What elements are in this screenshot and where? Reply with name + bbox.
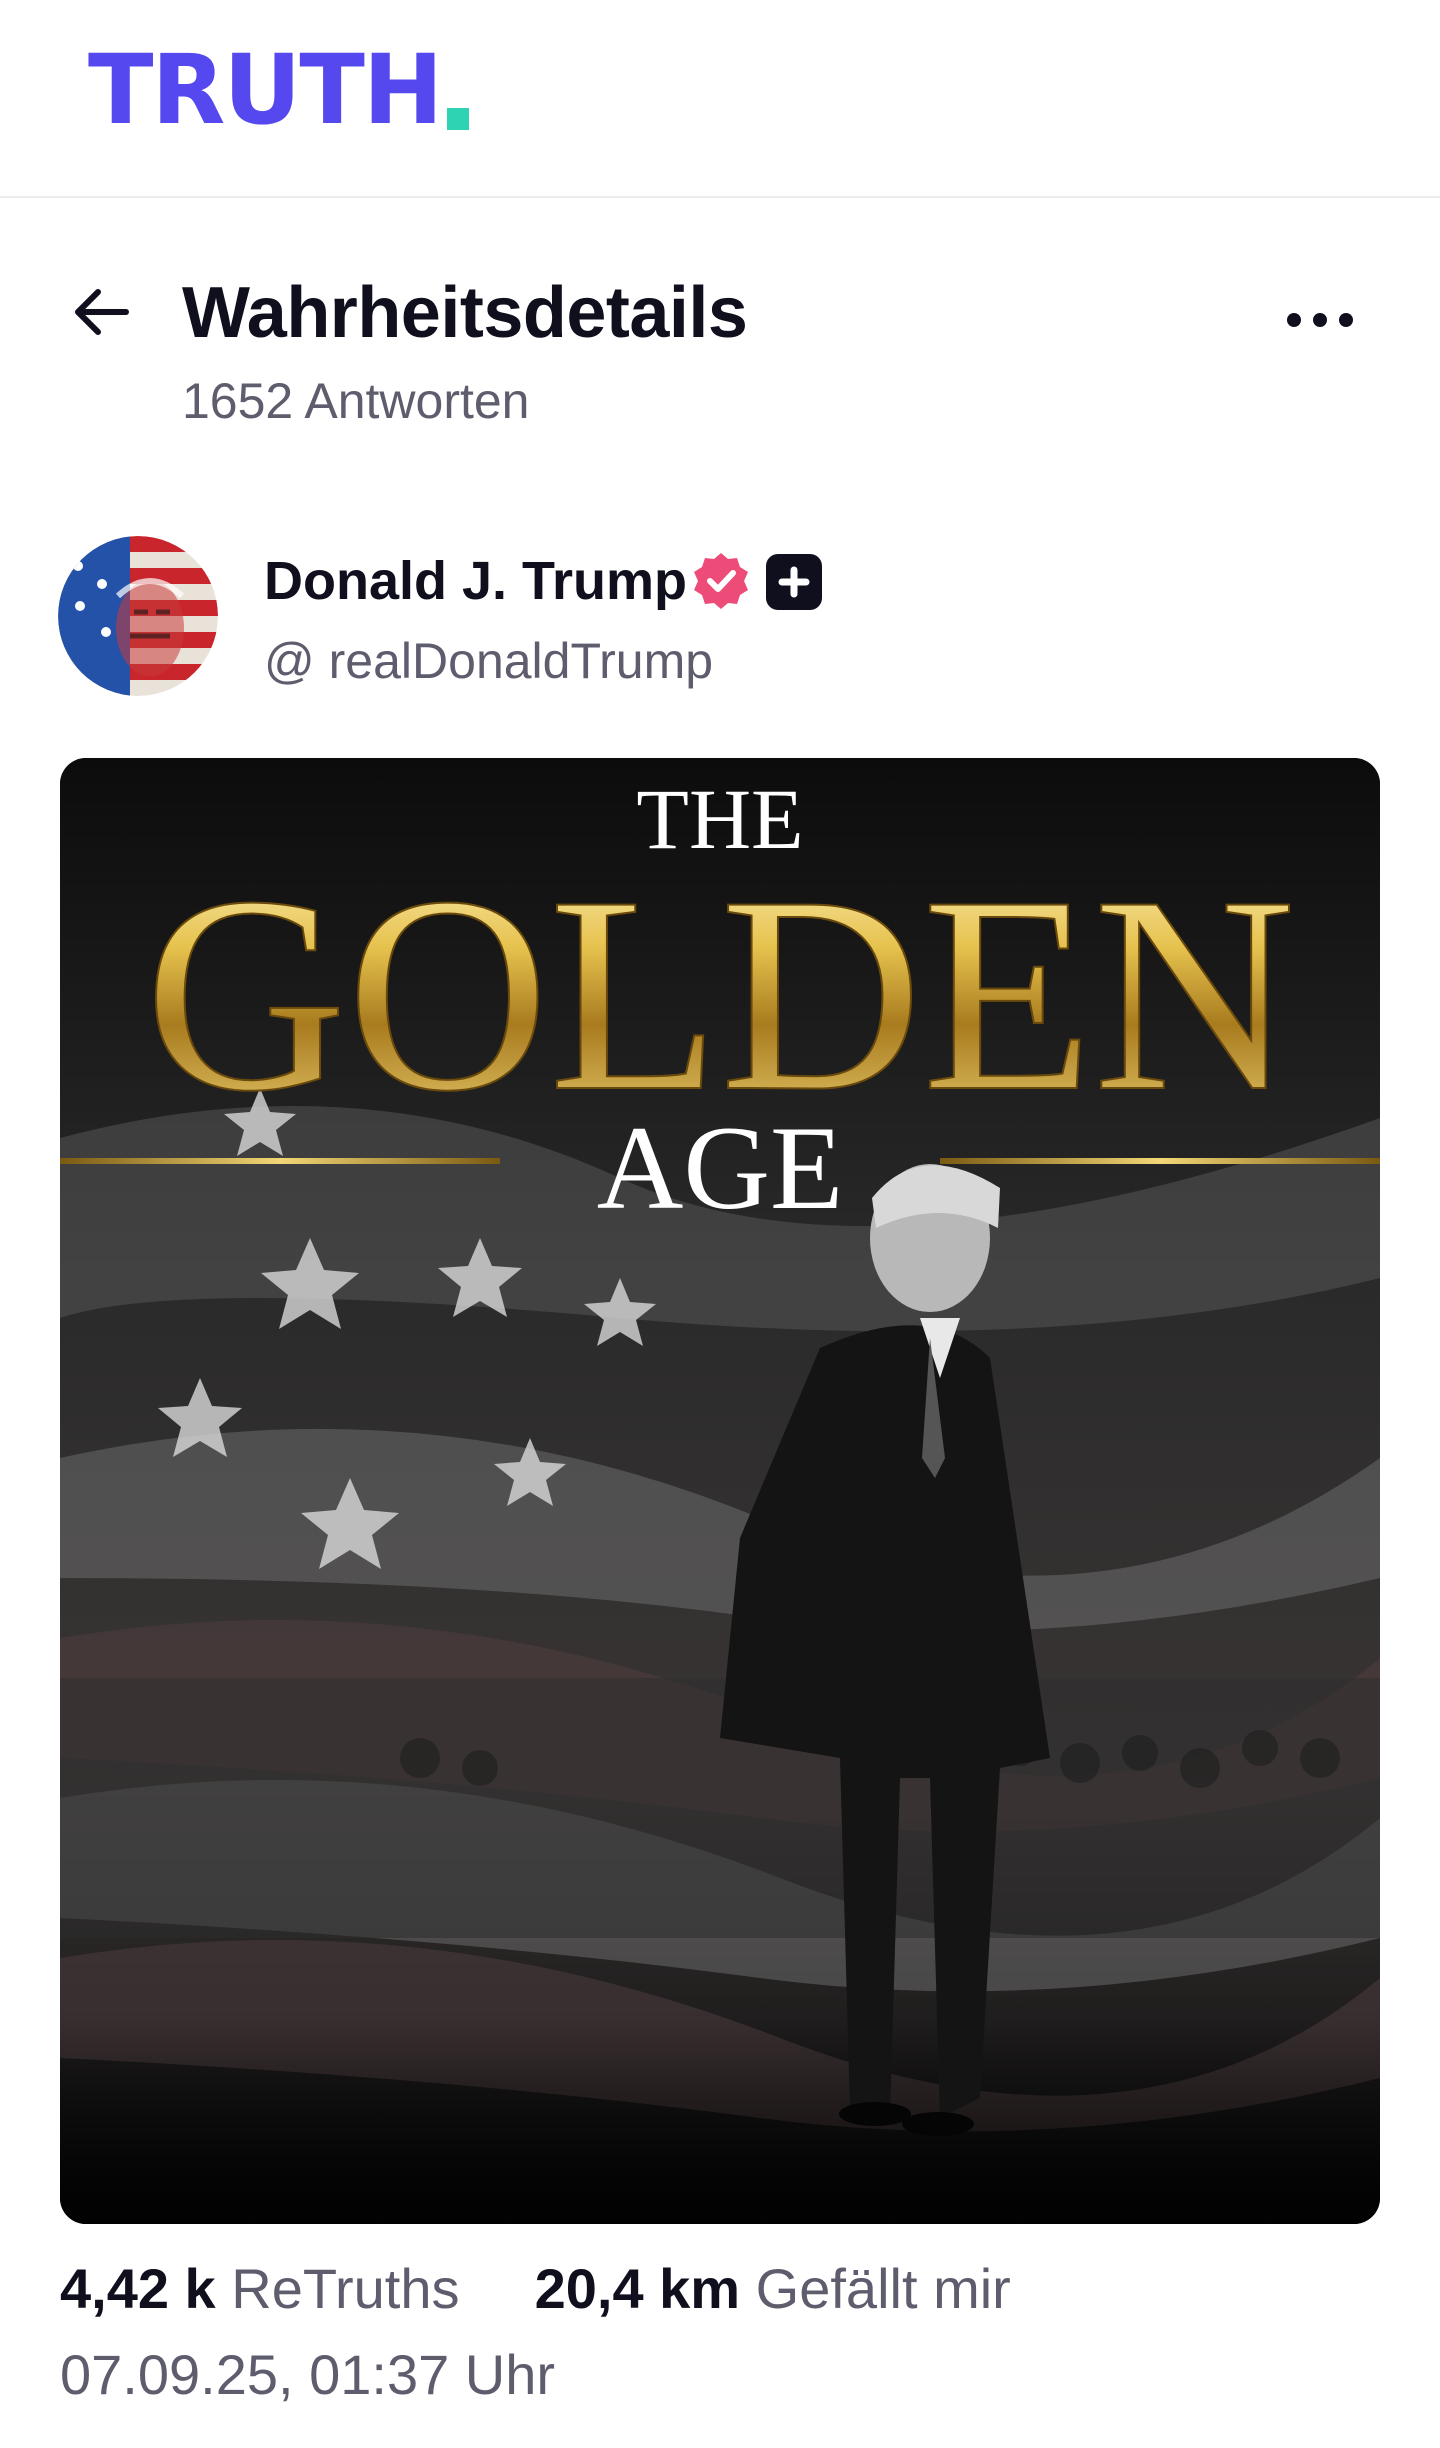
arrow-left-icon: [75, 289, 129, 335]
verified-badge-icon: [694, 553, 748, 609]
more-options-button[interactable]: [1270, 290, 1370, 350]
post-image[interactable]: THE GOLDEN AGE: [60, 758, 1380, 2224]
page-title: Wahrheitsdetails: [182, 273, 748, 353]
golden-age-image: THE GOLDEN AGE: [60, 758, 1380, 2224]
logo-text: TRUTH: [88, 34, 443, 146]
retruths-label[interactable]: ReTruths: [231, 2257, 459, 2320]
logo-dot: [447, 108, 470, 130]
truth-logo[interactable]: TRUTH: [88, 28, 470, 146]
avatar-image: [58, 536, 218, 696]
replies-count: 1652 Antworten: [182, 373, 530, 429]
image-text-age: AGE: [597, 1101, 844, 1234]
post-timestamp: 07.09.25, 01:37 Uhr: [60, 2343, 556, 2406]
top-bar: TRUTH: [0, 0, 1440, 198]
author-handle[interactable]: @ realDonaldTrump: [264, 632, 713, 690]
post-stats: 4,42 k ReTruths 20,4 km Gefällt mir: [60, 2256, 1011, 2321]
likes-label[interactable]: Gefällt mir: [756, 2257, 1011, 2320]
more-horizontal-icon: [1287, 313, 1301, 327]
plus-badge-icon: [766, 554, 822, 610]
author-name[interactable]: Donald J. Trump: [264, 550, 687, 612]
back-button[interactable]: [66, 276, 138, 348]
avatar[interactable]: [58, 536, 218, 696]
retruths-count[interactable]: 4,42 k: [60, 2257, 216, 2320]
likes-count[interactable]: 20,4 km: [535, 2257, 741, 2320]
